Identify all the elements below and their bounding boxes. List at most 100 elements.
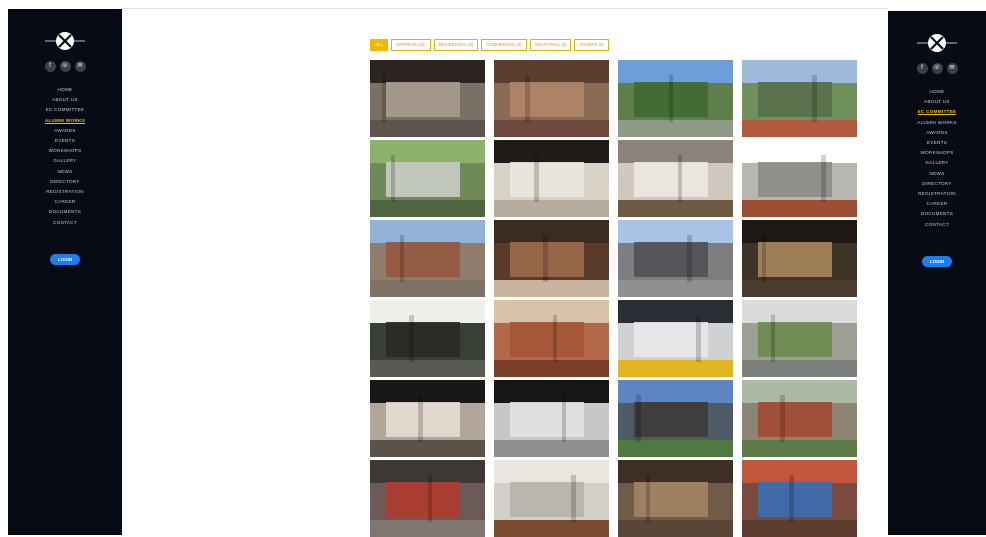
photo-upper-tone [494, 460, 609, 484]
nav-item-awards[interactable]: AWARDS [917, 128, 957, 138]
nav-item-label: WORKSHOPS [48, 148, 82, 154]
mail-icon[interactable]: ✉ [74, 61, 86, 72]
gallery-photo[interactable] [494, 140, 609, 217]
photo-shadow-tone [418, 395, 423, 442]
photo-upper-tone [494, 220, 609, 244]
gallery-photo[interactable] [742, 140, 857, 217]
filter-tab-all[interactable]: ALL [370, 39, 389, 51]
nav-item-documents[interactable]: DOCUMENTS [917, 209, 957, 219]
whatsapp-icon[interactable]: ☏ [931, 63, 943, 74]
gallery-photo[interactable] [618, 460, 733, 537]
nav-item-awards[interactable]: AWARDS [45, 126, 85, 136]
gallery-photo[interactable] [494, 300, 609, 377]
whatsapp-icon[interactable]: ☏ [59, 61, 71, 72]
photo-lower-tone [370, 360, 485, 377]
photo-upper-tone [742, 300, 857, 324]
gallery-photo[interactable] [742, 460, 857, 537]
nav-item-label: ALUMNI WORKS [44, 117, 86, 124]
photo-shadow-tone [543, 235, 549, 282]
nav-item-ec-committee[interactable]: EC COMMITTEE [45, 105, 85, 115]
photo-shadow-tone [561, 395, 567, 442]
gallery-photo[interactable] [618, 380, 733, 457]
nav-item-alumni-works[interactable]: ALUMNI WORKS [917, 118, 957, 128]
nav-item-registration[interactable]: REGISTRATION [917, 189, 957, 199]
gallery-photo[interactable] [494, 220, 609, 297]
photo-lower-tone [742, 280, 857, 297]
gallery-photo[interactable] [370, 460, 485, 537]
gallery-photo[interactable] [494, 460, 609, 537]
gallery-photo[interactable] [370, 60, 485, 137]
filter-tab-others-9[interactable]: OTHERS (9) [574, 39, 609, 51]
nav-item-gallery[interactable]: GALLERY [917, 158, 957, 168]
photo-shadow-tone [571, 475, 576, 522]
nav-item-events[interactable]: EVENTS [45, 136, 85, 146]
gallery-photo[interactable] [618, 140, 733, 217]
gallery-photo[interactable] [494, 380, 609, 457]
nav-item-directory[interactable]: DIRECTORY [917, 179, 957, 189]
nav-item-directory[interactable]: DIRECTORY [45, 177, 85, 187]
photo-subject-tone [758, 401, 832, 437]
filter-tab-interior-32[interactable]: INTERIOR (32) [391, 39, 431, 51]
login-button[interactable]: LOGIN [922, 255, 952, 267]
photo-upper-tone [742, 380, 857, 404]
nav-item-home[interactable]: HOME [45, 85, 85, 95]
photo-shadow-tone [636, 395, 641, 442]
nav-item-workshops[interactable]: WORKSHOPS [45, 146, 85, 156]
gallery-photo[interactable] [742, 220, 857, 297]
filter-tab-industrial-5[interactable]: INDUSTRIAL (5) [529, 39, 572, 51]
nav-item-news[interactable]: NEWS [45, 167, 85, 177]
nav-item-gallery[interactable]: GALLERY [45, 156, 85, 166]
nav-item-contact[interactable]: CONTACT [45, 218, 85, 228]
nav-item-label: DOCUMENTS [48, 209, 82, 215]
photo-shadow-tone [534, 155, 539, 202]
photo-upper-tone [618, 380, 733, 404]
photo-subject-tone [758, 241, 832, 277]
photo-upper-tone [742, 220, 857, 244]
gallery-photo[interactable] [742, 60, 857, 137]
photo-lower-tone [618, 360, 733, 377]
gallery-photo[interactable] [742, 300, 857, 377]
nav-item-ec-committee[interactable]: EC COMMITTEE [917, 107, 957, 117]
nav-item-career[interactable]: CAREER [45, 197, 85, 207]
gallery-photo[interactable] [618, 220, 733, 297]
nav-item-documents[interactable]: DOCUMENTS [45, 207, 85, 217]
nav-item-career[interactable]: CAREER [917, 199, 957, 209]
gallery-photo[interactable] [618, 300, 733, 377]
nav-item-contact[interactable]: CONTACT [917, 220, 957, 230]
brand-logo-icon[interactable] [917, 29, 957, 57]
gallery-photo[interactable] [618, 60, 733, 137]
filter-tab-commercial-2[interactable]: COMMERCIAL (2) [481, 39, 527, 51]
gallery-photo[interactable] [370, 380, 485, 457]
photo-upper-tone [618, 60, 733, 84]
nav-item-label: REGISTRATION [918, 191, 956, 197]
nav-item-registration[interactable]: REGISTRATION [45, 187, 85, 197]
nav-item-about-us[interactable]: ABOUT US [917, 97, 957, 107]
gallery-photo[interactable] [742, 380, 857, 457]
photo-lower-tone [742, 120, 857, 137]
photo-shadow-tone [779, 395, 785, 442]
nav-item-about-us[interactable]: ABOUT US [45, 95, 85, 105]
photo-subject-tone [386, 481, 460, 517]
brand-logo-icon[interactable] [45, 27, 85, 55]
nav-item-workshops[interactable]: WORKSHOPS [917, 148, 957, 158]
nav-item-events[interactable]: EVENTS [917, 138, 957, 148]
facebook-icon[interactable]: f [44, 61, 56, 72]
mail-icon[interactable]: ✉ [946, 63, 958, 74]
login-button[interactable]: LOGIN [50, 253, 80, 265]
nav-item-label: ALUMNI WORKS [917, 119, 957, 125]
gallery-photo[interactable] [494, 60, 609, 137]
gallery-photo[interactable] [370, 140, 485, 217]
nav-item-news[interactable]: NEWS [917, 169, 957, 179]
gallery-photo[interactable] [370, 300, 485, 377]
nav-item-alumni-works[interactable]: ALUMNI WORKS [44, 116, 86, 126]
sidebar-nav: HOME ABOUT US EC COMMITTEE ALUMNI WORKS AWAR… [44, 85, 86, 228]
photo-lower-tone [370, 280, 485, 297]
photo-shadow-tone [668, 75, 674, 122]
photo-lower-tone [494, 520, 609, 537]
filter-tab-residential-8[interactable]: RESIDENTIAL (8) [433, 39, 479, 51]
gallery-photo[interactable] [370, 220, 485, 297]
photo-lower-tone [618, 280, 733, 297]
left-sidebar: f ☏ ✉ HOME ABOUT US EC COMMITTEE ALUMNI WORKS… [8, 9, 122, 535]
facebook-icon[interactable]: f [916, 63, 928, 74]
nav-item-home[interactable]: HOME [917, 87, 957, 97]
